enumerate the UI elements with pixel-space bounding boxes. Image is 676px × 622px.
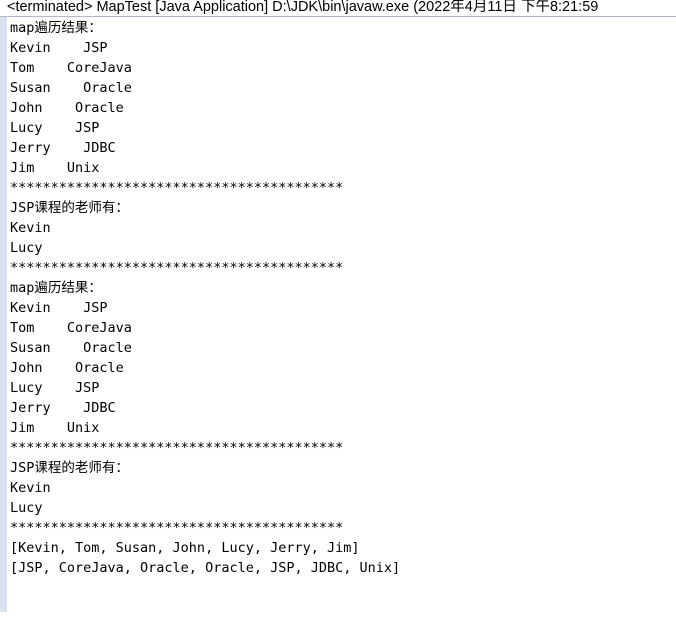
console-line: Lucy [10,240,43,256]
console-output-area[interactable]: map遍历结果： Kevin JSP Tom CoreJava Susan Or… [7,18,676,612]
console-line: [JSP, CoreJava, Oracle, Oracle, JSP, JDB… [10,560,401,576]
console-line: John Oracle [10,360,124,376]
console-line: Lucy [10,500,43,516]
console-line: John Oracle [10,100,124,116]
console-line: ****************************************… [10,180,344,196]
console-line: Jim Unix [10,160,100,176]
console-header-bar: <terminated> MapTest [Java Application] … [0,0,676,17]
console-line: map遍历结果： [10,20,102,36]
console-line: Susan Oracle [10,80,132,96]
console-line: ****************************************… [10,260,344,276]
console-line: Jim Unix [10,420,100,436]
console-line: ****************************************… [10,440,344,456]
console-line: map遍历结果： [10,280,102,296]
console-line: [Kevin, Tom, Susan, John, Lucy, Jerry, J… [10,540,360,556]
console-window: <terminated> MapTest [Java Application] … [0,0,676,622]
console-line: JSP课程的老师有： [10,460,129,476]
console-line: Jerry JDBC [10,140,116,156]
console-left-gutter [0,0,7,612]
console-line: Jerry JDBC [10,400,116,416]
console-line: Tom CoreJava [10,60,132,76]
console-launch-title: <terminated> MapTest [Java Application] … [7,0,599,15]
console-line: JSP课程的老师有： [10,200,129,216]
console-line: Kevin [10,220,51,236]
console-line: ****************************************… [10,520,344,536]
console-line: Kevin JSP [10,40,108,56]
console-line: Tom CoreJava [10,320,132,336]
console-line: Kevin JSP [10,300,108,316]
console-line: Lucy JSP [10,380,100,396]
console-line: Lucy JSP [10,120,100,136]
console-line: Kevin [10,480,51,496]
console-line: Susan Oracle [10,340,132,356]
